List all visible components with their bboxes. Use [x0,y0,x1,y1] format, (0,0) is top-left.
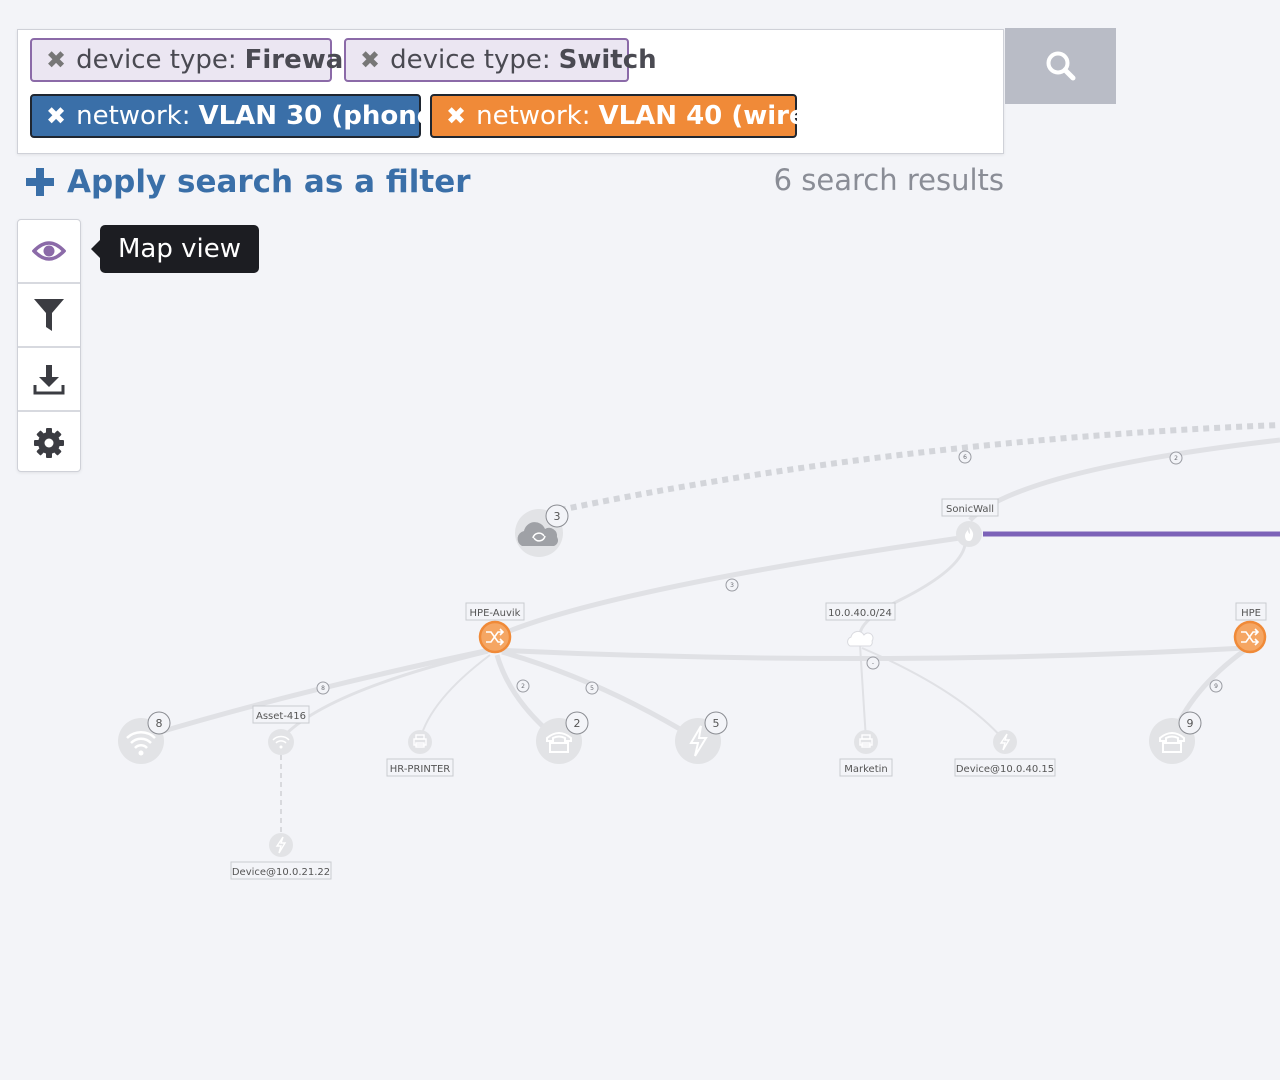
search-chip-device-type-switch[interactable]: ✖ device type: Switch [344,38,657,82]
funnel-icon [34,299,64,331]
search-button[interactable] [1005,28,1116,104]
map-view-button[interactable] [18,220,80,282]
node-label: Marketin [844,764,888,775]
cloud-group-node[interactable]: 3 [515,504,569,557]
node-label: Device@10.0.21.22 [232,867,330,878]
apply-filter-label: Apply search as a filter [67,164,471,200]
node-count-badge: 5 [713,717,720,730]
hr-printer-node[interactable]: HR-PRINTER [386,730,454,777]
link-count: 2 [1174,455,1178,462]
settings-button[interactable] [18,410,80,474]
node-label: HPE [1241,608,1261,619]
link-sonicwall-right[interactable] [968,437,1280,522]
node-label: HR-PRINTER [390,764,451,775]
link-hpe-auvik-power[interactable] [501,649,697,741]
link-hpe-auvik-asset[interactable] [283,650,489,737]
marketing-node[interactable]: Marketin [839,730,893,777]
link-count: 8 [321,685,325,692]
search-chip-device-type-firewall[interactable]: ✖ device type: Firewall [30,38,361,82]
map-view-tooltip: Map view [90,225,260,273]
chip-value: Switch [558,45,657,75]
link-hpe-auvik-hpe[interactable] [494,645,1246,662]
chip-key: device type: [390,45,551,75]
phone-group-node[interactable]: 2 [536,711,589,764]
phone-group-right-node[interactable]: 9 [1149,711,1202,764]
chip-key: network: [476,101,591,131]
chip-key: device type: [76,45,237,75]
link-sonicwall-subnet[interactable] [858,544,967,636]
power-group-node[interactable]: 5 [675,711,728,764]
asset-416-node[interactable]: Asset-416 [252,705,310,755]
remove-chip-icon[interactable]: ✖ [446,104,466,128]
node-label: Device@10.0.40.15 [956,764,1054,775]
dotted-link-top[interactable] [559,422,1280,513]
search-icon [1046,51,1075,81]
chip-value: VLAN 30 (phones) [198,101,462,131]
link-subnet-device[interactable] [861,647,1005,741]
link-count: 2 [521,683,525,690]
link-count: 3 [730,582,734,589]
remove-chip-icon[interactable]: ✖ [46,48,66,72]
chip-key: network: [76,101,191,131]
node-label: HPE-Auvik [470,608,521,619]
download-button[interactable] [18,346,80,410]
link-count: 5 [590,685,594,692]
apply-search-as-filter-link[interactable]: Apply search as a filter [25,160,471,204]
search-chip-network-vlan-40[interactable]: ✖ network: VLAN 40 (wired) [430,94,837,138]
search-result-count: 6 search results [773,163,1004,197]
subnet-node[interactable]: 10.0.40.0/24 [825,602,896,647]
node-label: Asset-416 [256,711,306,722]
node-count-badge: 3 [554,510,561,523]
device-10-0-40-15-node[interactable]: Device@10.0.40.15 [954,730,1056,777]
link-count: 9 [1214,683,1218,690]
search-chip-network-vlan-30[interactable]: ✖ network: VLAN 30 (phones) [30,94,462,138]
device-10-0-21-22-node[interactable]: Device@10.0.21.22 [230,833,332,880]
download-icon [33,365,65,395]
eye-icon [32,241,66,261]
remove-chip-icon[interactable]: ✖ [360,48,380,72]
gear-icon [34,428,64,458]
cloud-icon [847,630,874,647]
node-count-badge: 9 [1187,717,1194,730]
filter-button[interactable] [18,282,80,346]
map-toolbar [17,219,81,472]
node-label: 10.0.40.0/24 [828,608,892,619]
link-count: - [872,660,874,667]
hpe-node[interactable]: HPE [1233,602,1267,654]
link-count: 6 [963,454,967,461]
remove-chip-icon[interactable]: ✖ [46,104,66,128]
chip-value: VLAN 40 (wired) [598,101,838,131]
node-count-badge: 8 [156,717,163,730]
node-label: SonicWall [946,504,994,515]
node-count-badge: 2 [574,717,581,730]
search-box[interactable]: ✖ device type: Firewall ✖ device type: S… [17,29,1004,154]
plus-icon [26,168,54,196]
wifi-group-node[interactable]: 8 [118,711,171,764]
